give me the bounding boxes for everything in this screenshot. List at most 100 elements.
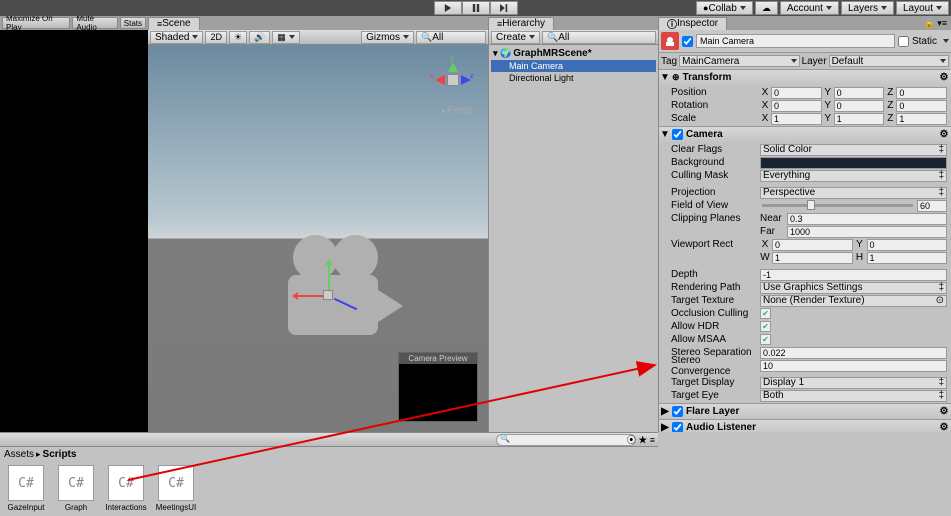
- project-search[interactable]: [496, 434, 636, 446]
- scene-root[interactable]: ▾ 🌍 GraphMRScene*: [491, 47, 656, 60]
- rot-z[interactable]: 0: [896, 100, 947, 112]
- lock-icon[interactable]: 🔒 ▾≡: [924, 18, 947, 29]
- asset-grid[interactable]: C#GazeInput C#Graph C#Interactions C#Mee…: [0, 461, 658, 516]
- rendering-path-dropdown[interactable]: Use Graphics Settings‡: [760, 282, 947, 294]
- far-field[interactable]: 1000: [787, 226, 947, 238]
- stats-toggle[interactable]: Stats: [120, 17, 146, 29]
- near-field[interactable]: 0.3: [787, 213, 947, 225]
- orientation-gizmo[interactable]: x y z: [433, 60, 473, 110]
- culling-mask-label: Culling Mask: [663, 170, 758, 181]
- gear-icon[interactable]: ⚙: [939, 72, 949, 83]
- layer-dropdown[interactable]: Default: [829, 55, 949, 67]
- hierarchy-item-light[interactable]: Directional Light: [491, 72, 656, 84]
- asset-graph[interactable]: C#Graph: [54, 465, 98, 512]
- static-checkbox[interactable]: [898, 36, 909, 47]
- target-eye-dropdown[interactable]: Both‡: [760, 390, 947, 402]
- scene-viewport[interactable]: x y z ◂ Persp Camera Preview: [148, 45, 488, 432]
- rot-y[interactable]: 0: [834, 100, 885, 112]
- vp-w[interactable]: 1: [772, 252, 853, 264]
- asset-gazeinput[interactable]: C#GazeInput: [4, 465, 48, 512]
- camera-header[interactable]: ▼ Camera⚙: [659, 127, 951, 142]
- camera-enabled[interactable]: [672, 129, 683, 140]
- vp-x[interactable]: 0: [772, 239, 853, 251]
- flare-enabled[interactable]: [672, 406, 683, 417]
- tab-scene[interactable]: ≡ Scene: [148, 17, 200, 30]
- lighting-toggle[interactable]: ☀: [229, 31, 247, 44]
- layout-dropdown[interactable]: Layout: [896, 1, 949, 15]
- rendering-path-label: Rendering Path: [663, 282, 758, 293]
- stereo-conv-field[interactable]: 10: [760, 360, 947, 372]
- layers-dropdown[interactable]: Layers: [841, 1, 894, 15]
- occlusion-checkbox[interactable]: ✔: [760, 308, 771, 319]
- game-view[interactable]: [0, 30, 148, 432]
- hierarchy-item-camera[interactable]: Main Camera: [491, 60, 656, 72]
- audio-toggle[interactable]: 🔊: [249, 31, 270, 44]
- pause-button[interactable]: [462, 1, 490, 15]
- static-label: Static: [912, 36, 937, 47]
- top-right-menus: ● Collab ☁ Account Layers Layout: [696, 1, 949, 15]
- asset-meetingsui[interactable]: C#MeetingsUI: [154, 465, 198, 512]
- pos-x[interactable]: 0: [771, 87, 822, 99]
- asset-interactions[interactable]: C#Interactions: [104, 465, 148, 512]
- scene-search[interactable]: 🔍All: [416, 31, 486, 44]
- breadcrumb[interactable]: Assets ▸ Scripts: [0, 447, 658, 461]
- hierarchy-tabs: ≡ Hierarchy: [488, 16, 658, 30]
- fx-toggle[interactable]: ▦: [272, 31, 300, 44]
- tab-hierarchy[interactable]: ≡ Hierarchy: [488, 17, 554, 30]
- gizmos-dropdown[interactable]: Gizmos: [361, 31, 414, 44]
- audio-enabled[interactable]: [672, 422, 683, 432]
- background-color[interactable]: [760, 157, 947, 169]
- project-options-icon[interactable]: ⦿ ★ ≡: [627, 433, 655, 446]
- scl-z[interactable]: 1: [896, 113, 947, 125]
- scl-x[interactable]: 1: [771, 113, 822, 125]
- step-button[interactable]: [490, 1, 518, 15]
- projection-label[interactable]: ◂ Persp: [441, 105, 473, 116]
- breadcrumb-1[interactable]: Scripts: [43, 449, 77, 460]
- camera-gizmo[interactable]: [258, 245, 418, 345]
- tag-dropdown[interactable]: MainCamera: [679, 55, 799, 67]
- vp-h[interactable]: 1: [867, 252, 948, 264]
- depth-field[interactable]: -1: [760, 269, 947, 281]
- mute-toggle[interactable]: Mute Audio: [72, 17, 117, 29]
- projection-dropdown[interactable]: Perspective‡: [760, 187, 947, 199]
- scene-search-label: All: [432, 32, 443, 43]
- vp-y[interactable]: 0: [867, 239, 948, 251]
- stereo-sep-field[interactable]: 0.022: [760, 347, 947, 359]
- msaa-checkbox[interactable]: ✔: [760, 334, 771, 345]
- tab-inspector[interactable]: ⓘ Inspector: [658, 17, 727, 30]
- shaded-dropdown[interactable]: Shaded: [150, 31, 203, 44]
- gameobject-name-field[interactable]: Main Camera: [696, 34, 895, 48]
- gameobject-icon: [661, 32, 679, 50]
- culling-mask-dropdown[interactable]: Everything‡: [760, 170, 947, 182]
- target-display-dropdown[interactable]: Display 1‡: [760, 377, 947, 389]
- hierarchy-search[interactable]: 🔍All: [542, 31, 656, 44]
- gameobject-active-checkbox[interactable]: [682, 36, 693, 47]
- scl-y[interactable]: 1: [834, 113, 885, 125]
- cloud-button[interactable]: ☁: [755, 1, 778, 15]
- hierarchy-tree[interactable]: ▾ 🌍 GraphMRScene* Main Camera Directiona…: [489, 45, 658, 432]
- axis-y-label: y: [450, 55, 454, 62]
- create-dropdown[interactable]: Create: [491, 31, 540, 44]
- fov-slider[interactable]: [762, 204, 913, 207]
- gear-icon[interactable]: ⚙: [939, 406, 949, 417]
- gear-icon[interactable]: ⚙: [939, 422, 949, 432]
- target-display-label: Target Display: [663, 377, 758, 388]
- hdr-checkbox[interactable]: ✔: [760, 321, 771, 332]
- fov-label: Field of View: [663, 200, 758, 211]
- account-dropdown[interactable]: Account: [780, 1, 839, 15]
- pos-z[interactable]: 0: [896, 87, 947, 99]
- breadcrumb-0[interactable]: Assets: [4, 449, 34, 460]
- clear-flags-dropdown[interactable]: Solid Color‡: [760, 144, 947, 156]
- fov-field[interactable]: 60: [917, 200, 947, 212]
- collab-dropdown[interactable]: ● Collab: [696, 1, 753, 15]
- rot-x[interactable]: 0: [771, 100, 822, 112]
- maximize-toggle[interactable]: Maximize On Play: [2, 17, 70, 29]
- audio-header[interactable]: ▶ Audio Listener⚙: [659, 420, 951, 432]
- target-texture-field[interactable]: None (Render Texture)⊙: [760, 295, 947, 307]
- play-button[interactable]: [434, 1, 462, 15]
- gear-icon[interactable]: ⚙: [939, 129, 949, 140]
- pos-y[interactable]: 0: [834, 87, 885, 99]
- 2d-toggle[interactable]: 2D: [205, 31, 227, 44]
- flare-header[interactable]: ▶ Flare Layer⚙: [659, 404, 951, 419]
- transform-header[interactable]: ▼⊕ Transform⚙: [659, 70, 951, 85]
